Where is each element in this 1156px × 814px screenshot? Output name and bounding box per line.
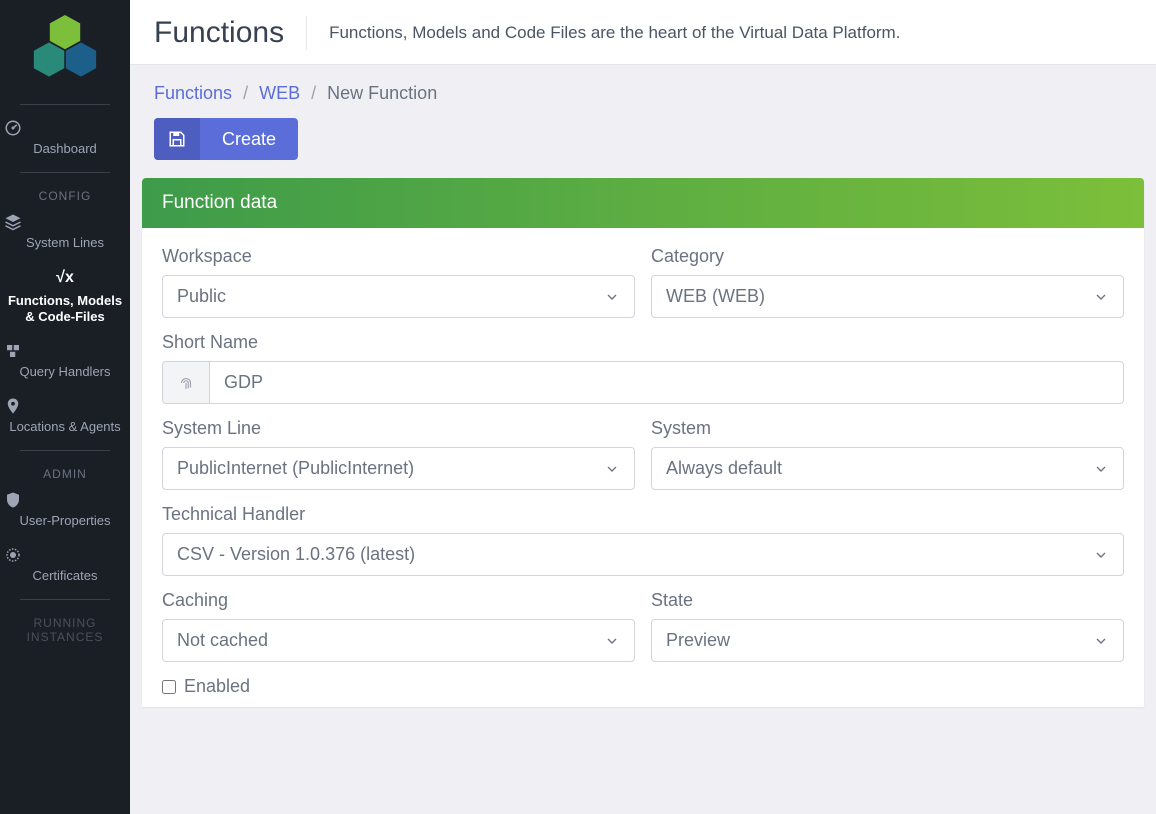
category-select[interactable]: WEB (WEB) <box>651 275 1124 318</box>
shield-icon <box>4 491 126 509</box>
divider <box>20 599 110 600</box>
short-name-label: Short Name <box>162 332 1124 353</box>
workspace-value: Public <box>177 286 226 307</box>
breadcrumb: Functions / WEB / New Function <box>130 65 1156 118</box>
caching-value: Not cached <box>177 630 268 651</box>
sidebar-item-label: Dashboard <box>33 141 97 156</box>
sidebar-item-system-lines[interactable]: System Lines <box>0 205 130 260</box>
divider <box>20 104 110 105</box>
chevron-down-icon <box>1093 461 1109 477</box>
technical-handler-value: CSV - Version 1.0.376 (latest) <box>177 544 415 565</box>
breadcrumb-current: New Function <box>327 83 437 103</box>
enabled-row: Enabled <box>162 676 1124 697</box>
technical-handler-select[interactable]: CSV - Version 1.0.376 (latest) <box>162 533 1124 576</box>
sidebar-item-label: Query Handlers <box>19 364 110 379</box>
chevron-down-icon <box>604 461 620 477</box>
sidebar-item-user-properties[interactable]: User-Properties <box>0 483 130 538</box>
category-label: Category <box>651 246 1124 267</box>
sidebar-section-running: RUNNING INSTANCES <box>0 616 130 644</box>
technical-handler-label: Technical Handler <box>162 504 1124 525</box>
category-value: WEB (WEB) <box>666 286 765 307</box>
sidebar-item-query-handlers[interactable]: Query Handlers <box>0 334 130 389</box>
divider <box>20 172 110 173</box>
system-select[interactable]: Always default <box>651 447 1124 490</box>
sidebar-section-admin: ADMIN <box>43 467 87 481</box>
panel-title: Function data <box>142 178 1144 228</box>
enabled-checkbox[interactable] <box>162 680 176 694</box>
sidebar-item-label: System Lines <box>26 235 104 250</box>
create-button[interactable]: Create <box>154 118 298 160</box>
breadcrumb-web[interactable]: WEB <box>259 83 300 103</box>
create-button-label: Create <box>200 119 298 160</box>
map-pin-icon <box>4 397 126 415</box>
system-line-label: System Line <box>162 418 635 439</box>
short-name-input-group <box>162 361 1124 404</box>
short-name-input[interactable] <box>209 361 1124 404</box>
workspace-label: Workspace <box>162 246 635 267</box>
caching-select[interactable]: Not cached <box>162 619 635 662</box>
system-value: Always default <box>666 458 782 479</box>
sidebar-item-certificates[interactable]: Certificates <box>0 538 130 593</box>
action-bar: Create <box>130 118 1156 178</box>
sidebar-item-label: User-Properties <box>19 513 110 528</box>
page-title: Functions <box>154 16 307 50</box>
square-root-icon: √x <box>4 268 126 289</box>
state-label: State <box>651 590 1124 611</box>
system-line-select[interactable]: PublicInternet (PublicInternet) <box>162 447 635 490</box>
sidebar-item-functions[interactable]: √x Functions, Models & Code-Files <box>0 260 130 335</box>
chevron-down-icon <box>1093 547 1109 563</box>
cubes-icon <box>4 342 126 360</box>
breadcrumb-separator: / <box>243 83 248 103</box>
gauge-icon <box>4 119 126 137</box>
sidebar-item-label: Functions, Models & Code-Files <box>8 293 122 325</box>
sidebar-section-config: CONFIG <box>39 189 92 203</box>
layers-icon <box>4 213 126 231</box>
caching-label: Caching <box>162 590 635 611</box>
certificate-icon <box>4 546 126 564</box>
state-value: Preview <box>666 630 730 651</box>
sidebar-item-label: Locations & Agents <box>9 419 120 434</box>
enabled-label: Enabled <box>184 676 250 697</box>
function-data-panel: Function data Workspace Public Category … <box>142 178 1144 707</box>
system-line-value: PublicInternet (PublicInternet) <box>177 458 414 479</box>
workspace-select[interactable]: Public <box>162 275 635 318</box>
breadcrumb-functions[interactable]: Functions <box>154 83 232 103</box>
chevron-down-icon <box>1093 289 1109 305</box>
chevron-down-icon <box>1093 633 1109 649</box>
app-logo <box>25 10 105 90</box>
save-icon <box>154 118 200 160</box>
sidebar: Dashboard CONFIG System Lines √x Functio… <box>0 0 130 814</box>
sidebar-item-locations-agents[interactable]: Locations & Agents <box>0 389 130 444</box>
divider <box>20 450 110 451</box>
state-select[interactable]: Preview <box>651 619 1124 662</box>
system-label: System <box>651 418 1124 439</box>
fingerprint-icon <box>162 361 209 404</box>
breadcrumb-separator: / <box>311 83 316 103</box>
panel-body: Workspace Public Category WEB (WEB) <box>142 228 1144 707</box>
sidebar-item-dashboard[interactable]: Dashboard <box>0 111 130 166</box>
page-header: Functions Functions, Models and Code Fil… <box>130 0 1156 65</box>
main-content: Functions Functions, Models and Code Fil… <box>130 0 1156 814</box>
chevron-down-icon <box>604 289 620 305</box>
chevron-down-icon <box>604 633 620 649</box>
page-subtitle: Functions, Models and Code Files are the… <box>329 23 900 43</box>
sidebar-item-label: Certificates <box>32 568 97 583</box>
